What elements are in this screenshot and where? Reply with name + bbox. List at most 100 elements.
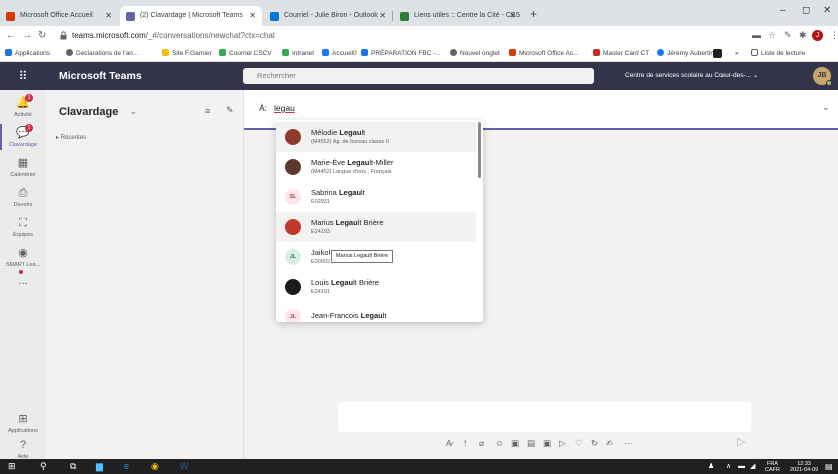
rail-item-chat[interactable]: 💬 Clavardage 1 <box>0 122 46 152</box>
address-bar[interactable]: teams.microsoft.com/_#/conversations/new… <box>72 29 275 43</box>
close-icon[interactable]: ✕ <box>249 6 256 26</box>
people-icon[interactable]: ♟ <box>708 460 714 473</box>
suggestion-detail: E02931 <box>311 199 330 205</box>
intranet-icon <box>282 49 289 56</box>
bookmark-microsoft-office[interactable]: Microsoft Office Ac... <box>509 49 578 59</box>
gif-icon[interactable]: ▣ <box>511 438 519 449</box>
org-switcher[interactable]: Centre de services scolaire au Cœur-des-… <box>625 62 758 90</box>
loop-icon[interactable]: ↻ <box>591 438 598 449</box>
bookmark-v[interactable] <box>713 49 725 61</box>
menu-icon[interactable]: ⋮ <box>830 30 838 41</box>
rail-item-teams[interactable]: ⛶ Équipes <box>0 212 46 242</box>
close-window-icon[interactable]: ✕ <box>823 5 831 16</box>
suggestion-item[interactable]: Louis Legault Brière E24191 <box>276 272 476 302</box>
search-icon[interactable]: ⚲ <box>40 460 47 473</box>
new-tab-button[interactable]: + <box>530 7 537 21</box>
bookmark-accueil0[interactable]: Accueil0 <box>322 49 357 59</box>
chevron-down-icon[interactable]: ⌄ <box>130 107 137 116</box>
rail-label: Devoirs <box>13 202 33 208</box>
windows-taskbar: ⊞ ⚲ ⧉ ▆ e ◉ W ♟ ∧ ▬ ◢ FRA CAFR 12:33 202… <box>0 459 838 474</box>
bell-icon: 🔔 <box>16 97 30 109</box>
format-icon[interactable]: A̷ <box>446 438 452 448</box>
browser-tab-office[interactable]: Microsoft Office Accueil ✕ <box>0 6 118 26</box>
puzzle-icon[interactable]: ✱ <box>799 30 807 41</box>
browser-tab-liens[interactable]: Liens utiles :: Centre la Cité - CSS ✕ <box>394 6 522 26</box>
recent-section-toggle[interactable]: ▸ Récentes <box>56 134 86 141</box>
rail-item-assignments[interactable]: ⎙ Devoirs <box>0 182 46 212</box>
forward-icon[interactable]: → <box>22 30 32 41</box>
message-compose-box[interactable] <box>338 402 751 432</box>
rail-item-more[interactable]: ... <box>0 268 46 298</box>
chat-icon: 💬 <box>16 127 30 139</box>
file-explorer-icon[interactable]: ▆ <box>96 460 103 473</box>
bookmarks-overflow[interactable]: » <box>735 49 739 59</box>
suggestion-item[interactable]: SL Sabrina Legault E02931 <box>276 182 476 212</box>
more-options-icon[interactable]: ··· <box>624 438 633 448</box>
bookmark-site-fgarnier[interactable]: Site F.Garnier <box>162 49 212 59</box>
suggestion-item[interactable]: Mélodie Legault (M4552) Ag. de bureau cl… <box>276 122 476 152</box>
recipient-input[interactable] <box>274 100 474 116</box>
maximize-icon[interactable]: ◻ <box>802 5 810 16</box>
windows-start-icon[interactable]: ⊞ <box>8 460 16 473</box>
suggestion-item[interactable]: JL Jean-Francois Legault <box>276 302 476 322</box>
bookmark-declarations[interactable]: Déclarations de l'an... <box>66 49 138 59</box>
extension-icon[interactable]: ✎ <box>784 30 792 41</box>
tray-chevron-icon[interactable]: ∧ <box>726 460 731 473</box>
name-match: Legau <box>339 128 362 137</box>
rail-label: Activité <box>14 112 32 118</box>
name-part: Jean-Francois <box>311 311 361 320</box>
rail-item-calendar[interactable]: ▦ Calendrier <box>0 152 46 182</box>
scrollbar[interactable] <box>478 122 481 178</box>
browser-tab-strip: Microsoft Office Accueil ✕ (2) Clavardag… <box>0 0 838 26</box>
browser-tab-teams[interactable]: (2) Clavardage | Microsoft Teams ✕ <box>120 6 262 26</box>
bookmark-preparation[interactable]: PRÉPARATION FBC -... <box>361 49 441 59</box>
bookmark-master-card[interactable]: Master Card CT <box>593 49 649 59</box>
close-icon[interactable]: ✕ <box>105 6 112 26</box>
minimize-icon[interactable]: – <box>780 5 786 16</box>
suggestion-item[interactable]: Marie-Ève Legault-Miller (M4452) Langue … <box>276 152 476 182</box>
bookmark-nouvel-onglet[interactable]: Nouvel onglet <box>450 49 500 59</box>
browser-tab-outlook[interactable]: Courriel - Julie Biron - Outlook ✕ <box>264 6 392 26</box>
sign-icon[interactable]: ✍ <box>606 438 613 449</box>
bookmark-applications[interactable]: Applications <box>5 49 50 59</box>
new-chat-icon[interactable]: ✎ <box>226 105 234 116</box>
reading-list[interactable]: Liste de lecture <box>751 49 805 59</box>
send-icon[interactable]: ▷ <box>737 435 745 448</box>
avatar: JL <box>285 309 301 322</box>
important-icon[interactable]: ! <box>464 438 466 448</box>
chevron-down-icon[interactable]: ⌄ <box>822 102 830 113</box>
emoji-icon[interactable]: ☺ <box>495 438 504 448</box>
bookmark-courriel-cscv[interactable]: Courriel CSCV <box>219 49 272 59</box>
bookmarks-bar: Applications Déclarations de l'an... Sit… <box>0 46 838 62</box>
app-launcher-icon[interactable]: ⠿ <box>0 62 46 90</box>
rail-item-activity[interactable]: 🔔 Activité 1 <box>0 92 46 122</box>
star-icon[interactable]: ☆ <box>768 30 776 41</box>
stream-icon[interactable]: ▷ <box>559 438 566 449</box>
sticker-icon[interactable]: ▤ <box>527 438 535 449</box>
bookmark-jeremy[interactable]: Jérémy Aubertin <box>657 49 714 59</box>
network-icon[interactable]: ▬ <box>738 460 745 473</box>
avatar: SL <box>285 189 301 205</box>
reload-icon[interactable]: ↻ <box>38 30 46 41</box>
close-icon[interactable]: ✕ <box>379 6 386 26</box>
volume-icon[interactable]: ◢ <box>750 460 755 473</box>
word-icon[interactable]: W <box>180 460 189 473</box>
profile-avatar[interactable]: J <box>812 30 823 41</box>
meet-icon[interactable]: ▣ <box>543 438 551 449</box>
edge-icon[interactable]: e <box>124 460 129 473</box>
attach-icon[interactable]: ⌀ <box>479 438 484 449</box>
search-input[interactable] <box>243 68 594 84</box>
close-icon[interactable]: ✕ <box>509 6 516 26</box>
chrome-icon[interactable]: ◉ <box>151 460 159 473</box>
back-icon[interactable]: ← <box>6 30 16 41</box>
task-view-icon[interactable]: ⧉ <box>70 460 76 473</box>
notifications-icon[interactable]: ▤ <box>825 460 833 473</box>
bookmark-intranet[interactable]: Intranet <box>282 49 314 59</box>
keyboard-language[interactable]: FRA CAFR <box>765 461 780 473</box>
camera-icon[interactable]: ▬ <box>752 30 761 40</box>
name-match: Legau <box>347 158 370 167</box>
praise-icon[interactable]: ♡ <box>575 438 583 449</box>
filter-icon[interactable]: ≡ <box>205 106 210 116</box>
suggestion-item[interactable]: Marius Legault Brière E24193 <box>276 212 476 242</box>
clock[interactable]: 12:33 2021-04-09 <box>790 461 818 473</box>
